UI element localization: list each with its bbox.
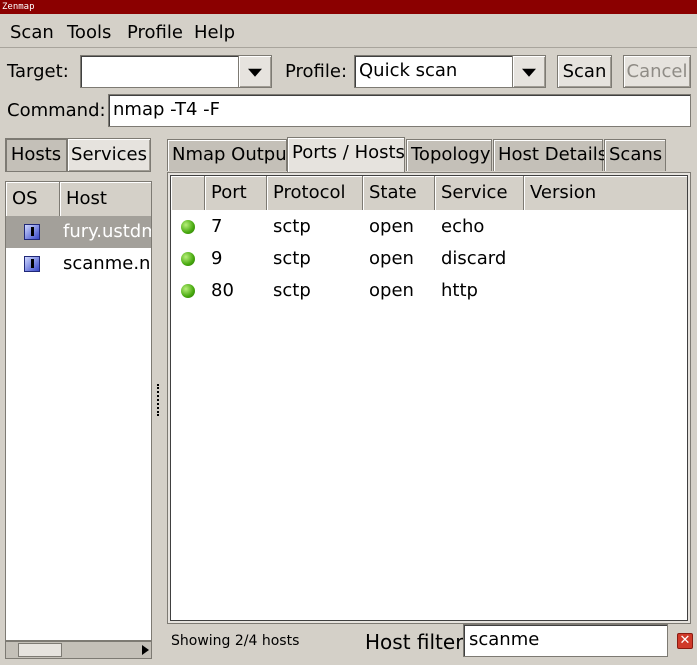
table-row[interactable]: 7 sctp open echo bbox=[171, 211, 687, 243]
state-cell: open bbox=[369, 248, 414, 269]
menu-tools[interactable]: Tools bbox=[67, 22, 111, 43]
hosts-count-status: Showing 2/4 hosts bbox=[171, 633, 300, 649]
ports-table: Port Protocol State Service Version 7 sc… bbox=[170, 175, 688, 621]
column-protocol[interactable]: Protocol bbox=[267, 176, 363, 210]
chevron-down-icon bbox=[248, 68, 262, 77]
scroll-right-icon[interactable] bbox=[142, 645, 149, 655]
menu-scan[interactable]: Scan bbox=[10, 22, 54, 43]
status-open-icon bbox=[181, 252, 195, 266]
status-open-icon bbox=[181, 220, 195, 234]
port-cell: 80 bbox=[211, 280, 234, 301]
services-toggle-button[interactable]: Services bbox=[67, 138, 151, 172]
status-open-icon bbox=[181, 284, 195, 298]
host-list: OS Host fury.ustdm scanme.nn bbox=[5, 181, 152, 641]
state-cell: open bbox=[369, 216, 414, 237]
host-name: scanme.nn bbox=[63, 253, 152, 274]
hosts-toggle-button[interactable]: Hosts bbox=[5, 138, 67, 172]
menu-help[interactable]: Help bbox=[194, 22, 235, 43]
column-version[interactable]: Version bbox=[524, 176, 687, 210]
column-service[interactable]: Service bbox=[435, 176, 524, 210]
column-port[interactable]: Port bbox=[205, 176, 267, 210]
column-host[interactable]: Host bbox=[60, 182, 151, 216]
chevron-down-icon bbox=[522, 68, 536, 77]
column-state[interactable]: State bbox=[363, 176, 435, 210]
menu-profile[interactable]: Profile bbox=[127, 22, 183, 43]
tab-topology[interactable]: Topology bbox=[406, 139, 492, 171]
column-status[interactable] bbox=[171, 176, 205, 210]
tab-panel: Port Protocol State Service Version 7 sc… bbox=[167, 172, 691, 624]
clear-filter-icon[interactable]: ✕ bbox=[677, 633, 693, 649]
tab-ports-hosts[interactable]: Ports / Hosts bbox=[287, 137, 405, 172]
linux-host-icon bbox=[24, 224, 40, 240]
list-item-selected[interactable]: fury.ustdm bbox=[6, 216, 152, 248]
host-list-hscrollbar[interactable] bbox=[5, 641, 152, 659]
window-title: Zenmap bbox=[0, 0, 697, 14]
menubar: Scan Tools Profile Help bbox=[0, 14, 697, 48]
column-os[interactable]: OS bbox=[6, 182, 60, 216]
list-item[interactable]: scanme.nn bbox=[6, 248, 152, 280]
pane-splitter-grip[interactable] bbox=[157, 384, 160, 416]
linux-host-icon bbox=[24, 256, 40, 272]
service-cell: echo bbox=[441, 216, 485, 237]
profile-dropdown-button[interactable] bbox=[512, 55, 546, 88]
protocol-cell: sctp bbox=[273, 280, 311, 301]
scan-button[interactable]: Scan bbox=[557, 55, 612, 88]
protocol-cell: sctp bbox=[273, 248, 311, 269]
port-cell: 9 bbox=[211, 248, 223, 269]
scrollbar-thumb[interactable] bbox=[18, 643, 62, 657]
profile-combo[interactable]: Quick scan bbox=[354, 55, 513, 88]
state-cell: open bbox=[369, 280, 414, 301]
command-label: Command: bbox=[7, 100, 106, 121]
host-filter-label: Host filter: bbox=[365, 630, 470, 654]
target-dropdown-button[interactable] bbox=[238, 55, 272, 88]
command-input[interactable]: nmap -T4 -F bbox=[108, 94, 691, 127]
target-input[interactable] bbox=[80, 55, 239, 88]
table-row[interactable]: 80 sctp open http bbox=[171, 275, 687, 307]
cancel-button[interactable]: Cancel bbox=[623, 55, 691, 88]
service-cell: discard bbox=[441, 248, 507, 269]
table-row[interactable]: 9 sctp open discard bbox=[171, 243, 687, 275]
host-name: fury.ustdm bbox=[63, 221, 152, 242]
service-cell: http bbox=[441, 280, 478, 301]
target-label: Target: bbox=[7, 61, 69, 82]
tab-host-details[interactable]: Host Details bbox=[493, 139, 607, 171]
port-cell: 7 bbox=[211, 216, 223, 237]
tab-scans[interactable]: Scans bbox=[604, 139, 666, 171]
host-filter-input[interactable]: scanme bbox=[463, 624, 668, 657]
profile-label: Profile: bbox=[285, 61, 348, 82]
protocol-cell: sctp bbox=[273, 216, 311, 237]
tab-nmap-output[interactable]: Nmap Output bbox=[167, 139, 294, 171]
